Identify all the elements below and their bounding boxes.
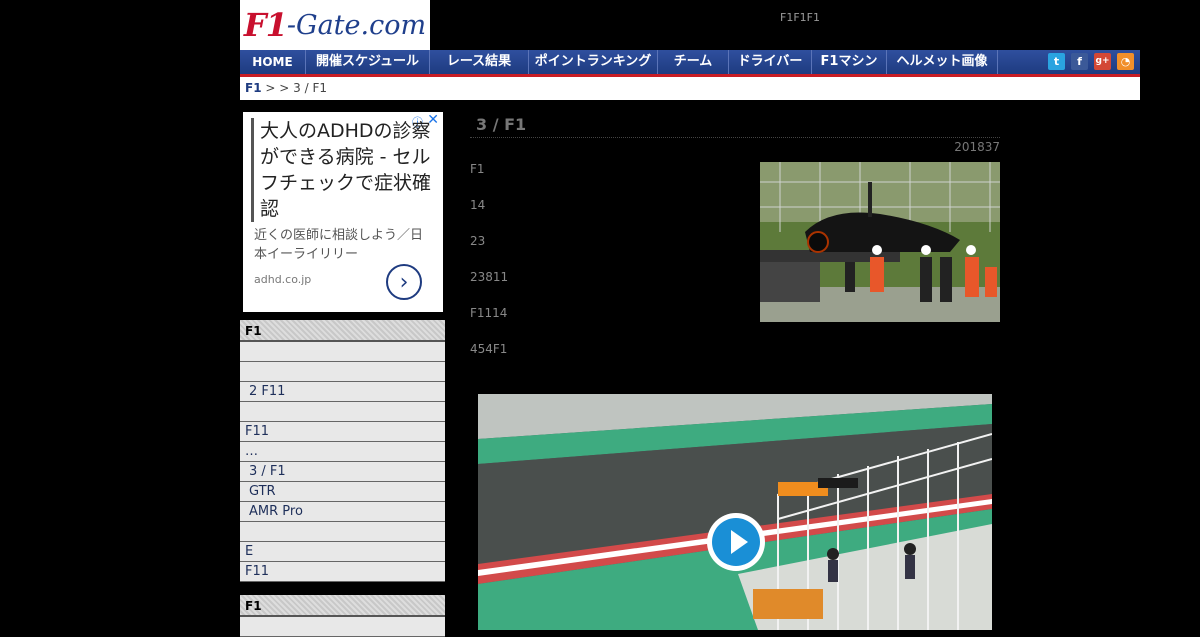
sidebar-item[interactable]: F11 <box>240 422 445 442</box>
article-line: F1 <box>470 162 485 176</box>
sidebar-item[interactable] <box>240 522 445 542</box>
breadcrumb: F1 > > 3 / F1 <box>240 77 1140 100</box>
article-line: 23 <box>470 234 486 248</box>
sidebar-item[interactable] <box>240 342 445 362</box>
google-plus-icon[interactable]: g+ <box>1094 53 1111 70</box>
article-body: F1 14 23 23811 F1114 454F1 <box>470 162 508 378</box>
main-nav: HOME 開催スケジュール レース結果 ポイントランキング チーム ドライバー … <box>240 50 1140 77</box>
article-date: 201837 <box>954 140 1000 154</box>
nav-machines[interactable]: F1マシン <box>812 50 887 74</box>
ad-arrow-icon[interactable]: › <box>386 264 422 300</box>
nav-helmets[interactable]: ヘルメット画像 <box>887 50 998 74</box>
tagline: F1F1F1 <box>780 11 820 24</box>
social-links: t f g+ ◔ <box>1048 53 1134 70</box>
twitter-icon[interactable]: t <box>1048 53 1065 70</box>
sidebar-item[interactable] <box>240 617 445 637</box>
nav-teams[interactable]: チーム <box>658 50 729 74</box>
sidebar-item[interactable]: E <box>240 542 445 562</box>
breadcrumb-current: 3 / F1 <box>293 81 327 95</box>
ad-url: adhd.co.jp <box>254 273 312 286</box>
nav-home[interactable]: HOME <box>240 50 306 74</box>
nav-schedule[interactable]: 開催スケジュール <box>306 50 430 74</box>
sidebar-section-title: F1 <box>240 320 445 342</box>
facebook-icon[interactable]: f <box>1071 53 1088 70</box>
ad-banner[interactable]: ⓘ ✕ 大人のADHDの診察ができる病院 - セルフチェックで症状確認 近くの医… <box>243 112 443 312</box>
sidebar-item[interactable]: … <box>240 442 445 462</box>
video-player[interactable] <box>478 394 992 630</box>
article-line: 14 <box>470 198 486 212</box>
sidebar-item[interactable] <box>240 362 445 382</box>
sidebar-item[interactable] <box>240 402 445 422</box>
sidebar-item[interactable]: 2 F11 <box>240 382 445 402</box>
sidebar-list: F1 2 F11 F11 … 3 / F1 GTR AMR Pro E F11 … <box>240 320 445 637</box>
recovery-truck-photo <box>760 162 1000 322</box>
logo-f1: F1 <box>243 6 288 44</box>
ad-description: 近くの医師に相談しよう／日本イーライリリー <box>254 228 424 262</box>
article-title: 3 / F1 <box>470 112 1000 138</box>
sidebar-item[interactable]: AMR Pro <box>240 502 445 522</box>
nav-drivers[interactable]: ドライバー <box>729 50 812 74</box>
video-thumbnail <box>478 394 992 630</box>
sidebar-item[interactable]: GTR <box>240 482 445 502</box>
article-line: F1114 <box>470 306 508 320</box>
breadcrumb-root[interactable]: F1 <box>245 81 262 95</box>
article-line: 454F1 <box>470 342 508 356</box>
sidebar-gap <box>240 582 445 595</box>
ad-headline[interactable]: 大人のADHDの診察ができる病院 - セルフチェックで症状確認 <box>251 118 440 222</box>
play-button-icon[interactable] <box>707 513 765 571</box>
sidebar-section-title: F1 <box>240 595 445 617</box>
sidebar-item[interactable]: 3 / F1 <box>240 462 445 482</box>
sidebar-item[interactable]: F11 <box>240 562 445 582</box>
site-logo[interactable]: F1 -Gate.com <box>240 0 430 50</box>
nav-ranking[interactable]: ポイントランキング <box>529 50 658 74</box>
logo-gate: -Gate.com <box>286 9 427 41</box>
article-photo <box>760 162 1000 322</box>
breadcrumb-separator: > <box>265 81 276 95</box>
breadcrumb-separator: > <box>279 81 290 95</box>
nav-results[interactable]: レース結果 <box>430 50 529 74</box>
rss-icon[interactable]: ◔ <box>1117 53 1134 70</box>
article-line: 23811 <box>470 270 509 284</box>
